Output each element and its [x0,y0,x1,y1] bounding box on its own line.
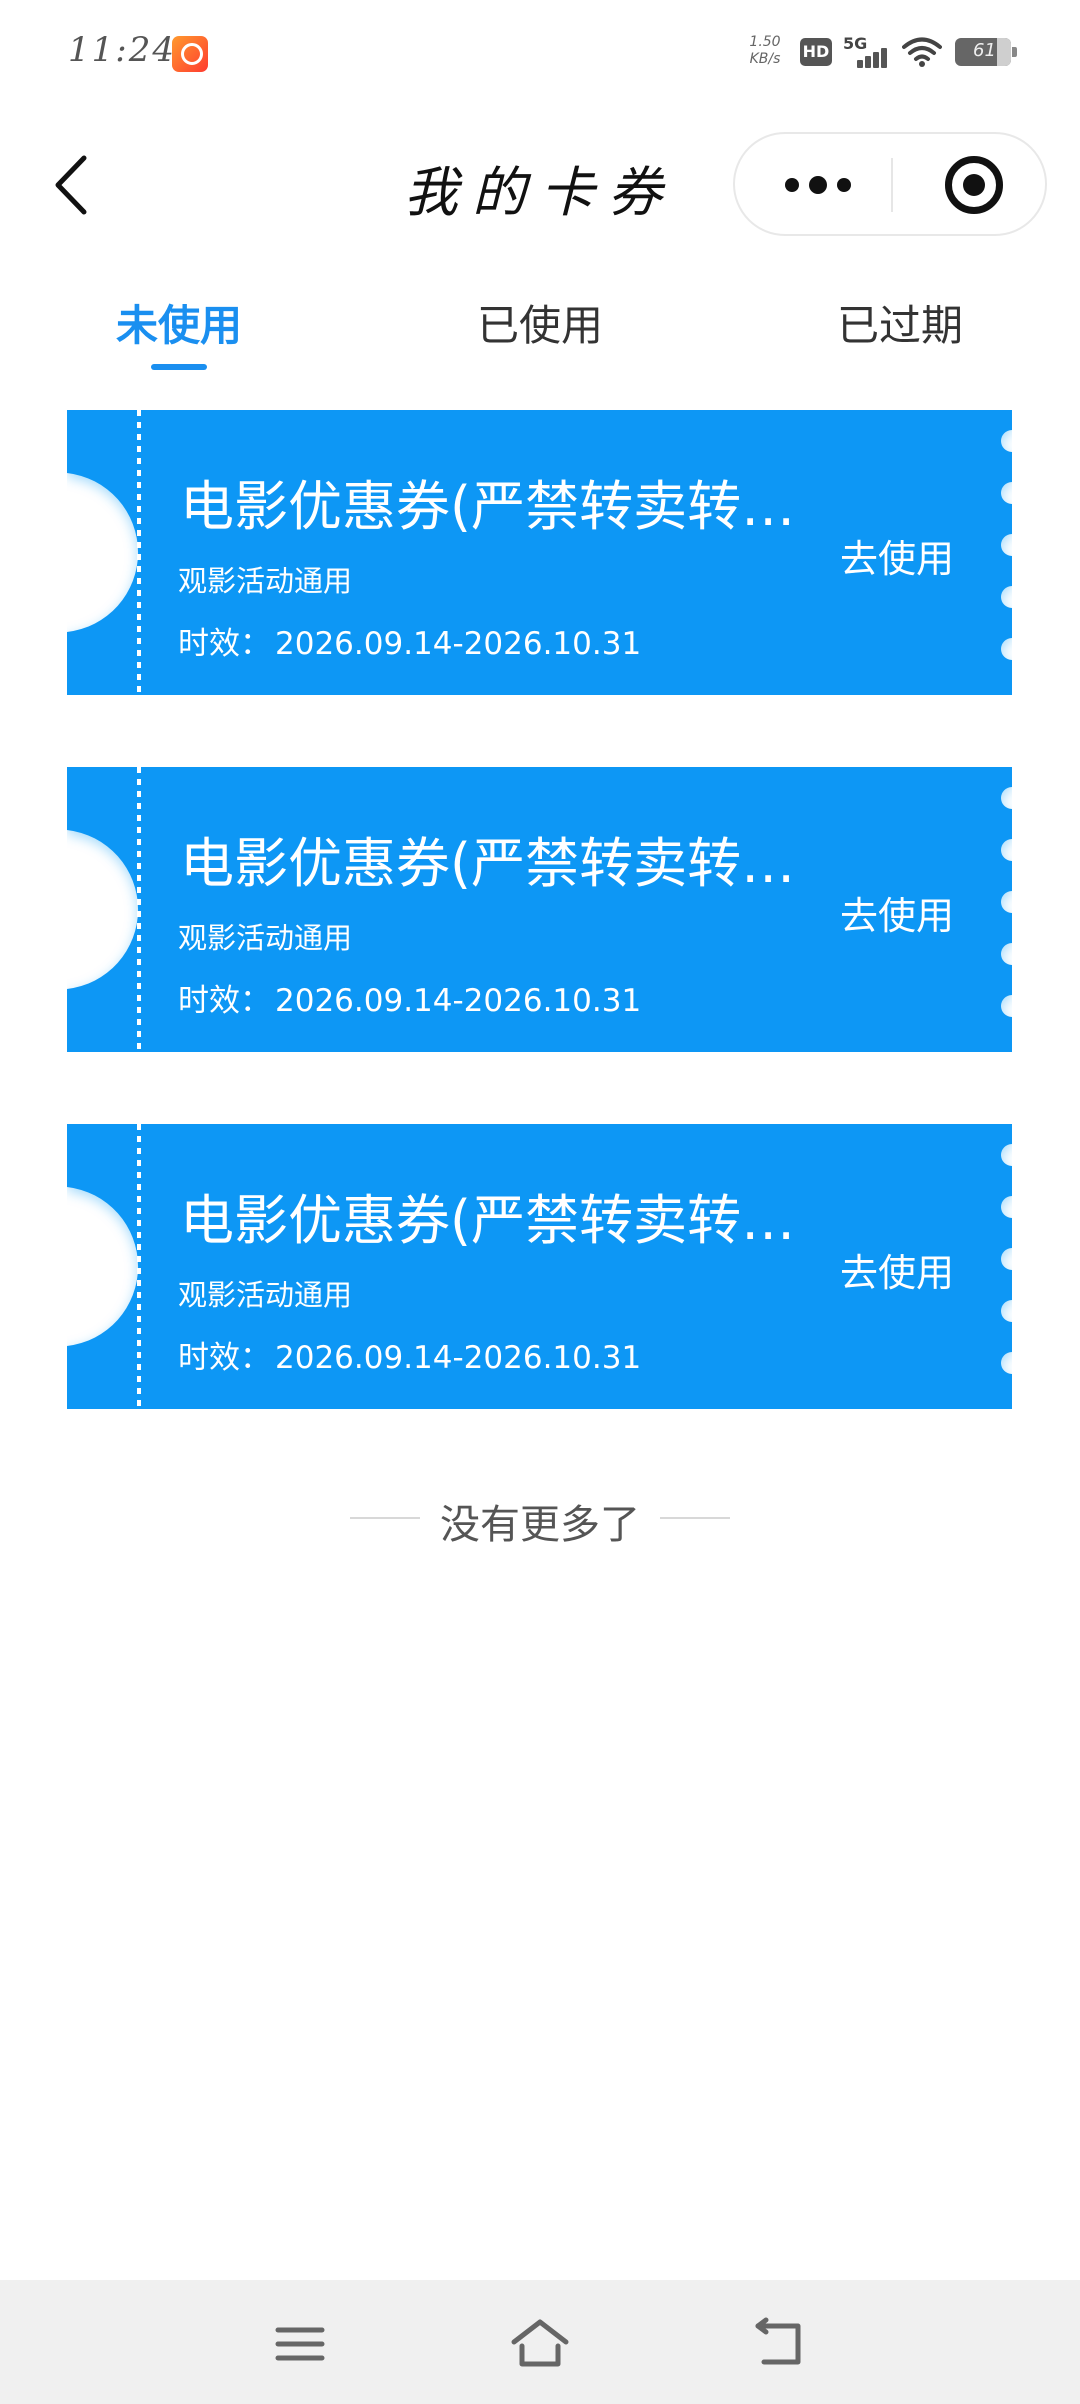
tab-unused[interactable]: 未使用 [116,292,242,353]
tab-used[interactable]: 已使用 [477,292,603,353]
network-type-label: 5G [843,34,868,53]
coupon-card[interactable]: 电影优惠券(严禁转卖转… 观影活动通用 时效： 2026.09.14-2026.1… [67,1124,1012,1409]
end-of-list: 没有更多了 [0,1490,1080,1550]
wifi-icon [902,37,942,67]
battery-level: 61 [973,40,996,61]
coupon-title: 电影优惠券(严禁转卖转… [180,475,796,538]
coupon-card[interactable]: 电影优惠券(严禁转卖转… 观影活动通用 时效： 2026.09.14-2026.1… [67,767,1012,1052]
mini-program-capsule [733,132,1047,236]
coupon-subtitle: 观影活动通用 [178,564,353,598]
target-icon[interactable] [945,156,1003,214]
validity-label: 时效： [178,626,271,662]
tab-expired[interactable]: 已过期 [837,292,963,353]
end-note-text: 没有更多了 [440,1502,640,1548]
network-speed-value: 1.50 [749,34,781,50]
more-dots-icon[interactable] [783,170,853,200]
coupon-subtitle: 观影活动通用 [178,1278,353,1312]
validity-label: 时效： [178,983,271,1019]
validity-range: 2026.09.14-2026.10.31 [275,983,642,1019]
back-icon[interactable] [750,2316,810,2372]
hd-icon: HD [800,38,832,66]
end-note-line-right [660,1517,730,1519]
coupon-tabs: 未使用 已使用 已过期 [0,282,1080,378]
network-speed: 1.50 KB/s [745,34,785,68]
use-coupon-button[interactable]: 去使用 [840,885,954,940]
system-navigation-bar [0,2280,1080,2404]
coupon-validity: 时效： 2026.09.14-2026.10.31 [178,618,641,663]
network-speed-unit: KB/s [749,51,781,67]
status-time: 11:24 [68,30,176,70]
use-coupon-button[interactable]: 去使用 [840,528,954,583]
validity-range: 2026.09.14-2026.10.31 [275,626,642,662]
use-coupon-button[interactable]: 去使用 [840,1242,954,1297]
status-bar: 11:24 1.50 KB/s HD 5G 61 [0,0,1080,100]
coupon-title: 电影优惠券(严禁转卖转… [180,1189,796,1252]
coupon-validity: 时效： 2026.09.14-2026.10.31 [178,1332,641,1377]
battery-icon: 61 [955,38,1017,66]
coupon-card[interactable]: 电影优惠券(严禁转卖转… 观影活动通用 时效： 2026.09.14-2026.1… [67,410,1012,695]
coupon-validity: 时效： 2026.09.14-2026.10.31 [178,975,641,1020]
validity-label: 时效： [178,1340,271,1376]
active-tab-indicator [151,364,207,370]
capsule-divider [891,158,893,212]
app-badge-icon [172,36,208,72]
navigation-bar: 我的卡券 [0,120,1080,250]
coupon-title: 电影优惠券(严禁转卖转… [180,832,796,895]
signal-icon: 5G [843,34,889,70]
menu-icon[interactable] [270,2316,330,2372]
validity-range: 2026.09.14-2026.10.31 [275,1340,642,1376]
home-icon[interactable] [510,2316,570,2372]
coupon-subtitle: 观影活动通用 [178,921,353,955]
